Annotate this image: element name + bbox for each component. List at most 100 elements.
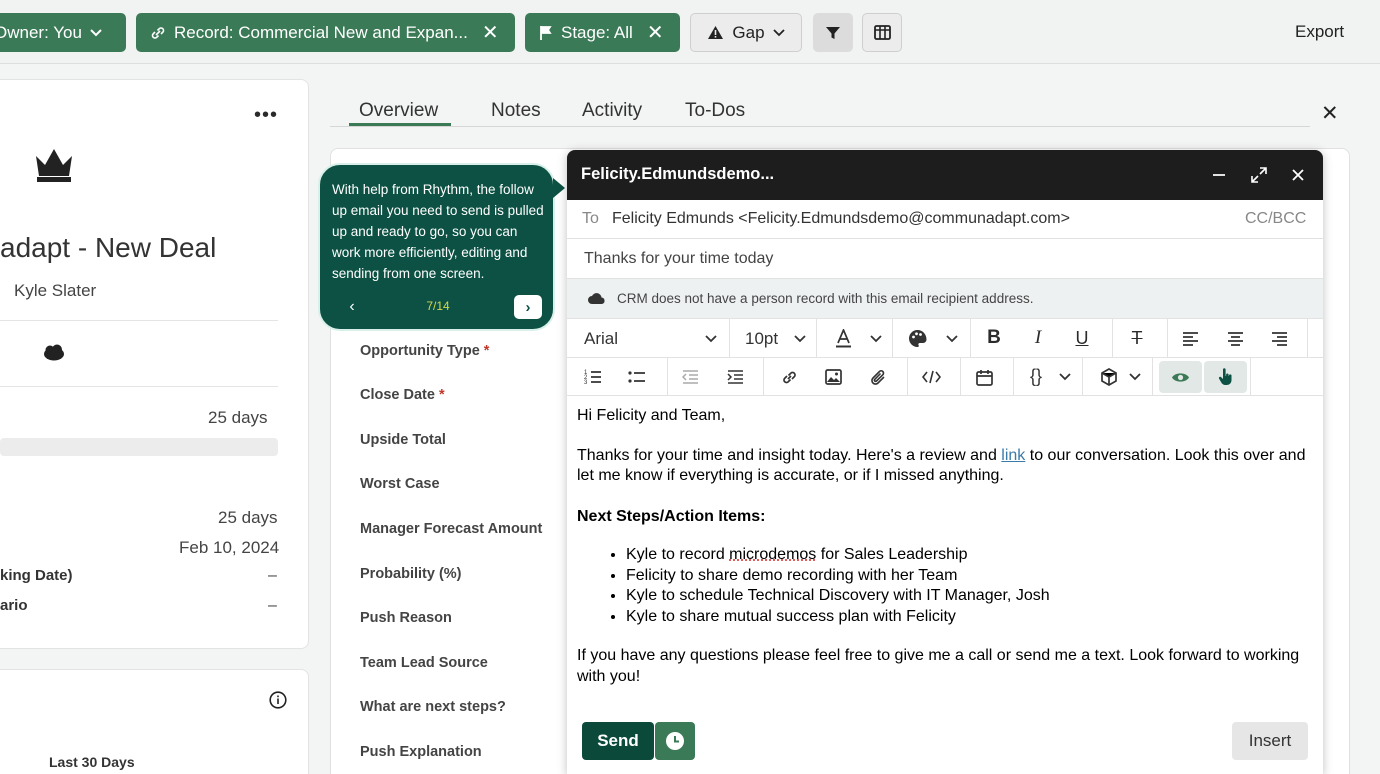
font-value: Arial [584, 329, 618, 349]
chevron-down-icon [870, 335, 882, 343]
email-body[interactable]: Hi Felicity and Team, Thanks for your ti… [577, 406, 1312, 687]
italic-icon: I [1035, 327, 1041, 349]
working-date-value: – [268, 567, 277, 585]
format-toolbar: Arial 10pt B I U T [567, 319, 1323, 358]
tab-todos[interactable]: To-Dos [685, 100, 745, 122]
columns-button[interactable] [862, 13, 902, 52]
text-color-picker[interactable] [817, 319, 893, 357]
more-options-icon[interactable]: ••• [254, 104, 278, 127]
chevron-right-icon[interactable]: › [514, 295, 542, 319]
toolbar-separator [960, 358, 961, 395]
recipient-row: To Felicity Edmunds <Felicity.Edmundsdem… [567, 200, 1323, 239]
record-filter-chip[interactable]: Record: Commercial New and Expan... ✕ [136, 13, 515, 52]
numbered-list-button[interactable]: 123 [578, 363, 608, 391]
tab-notes[interactable]: Notes [491, 100, 541, 122]
bullet-list-button[interactable] [622, 363, 652, 391]
clock-icon [665, 731, 685, 751]
toolbar-separator [907, 358, 908, 395]
close-icon[interactable]: ✕ [647, 20, 664, 45]
deal-title: adapt - New Deal [0, 232, 216, 264]
export-button[interactable]: Export [1295, 22, 1344, 42]
list-item: Kyle to share mutual success plan with F… [626, 607, 1312, 628]
chevron-left-icon[interactable]: ‹ [340, 295, 364, 319]
snippet-picker[interactable] [1083, 358, 1153, 395]
font-size-select[interactable]: 10pt [730, 319, 817, 357]
tooltip-pointer [553, 178, 565, 198]
align-right-button[interactable] [1264, 324, 1294, 352]
chevron-down-icon [705, 335, 717, 343]
field-label: Close Date * [360, 387, 445, 403]
close-icon[interactable] [1286, 163, 1310, 187]
body-paragraph: Thanks for your time and insight today. … [577, 446, 1312, 487]
template-variable-picker[interactable]: {} [1013, 358, 1083, 395]
calendar-button[interactable] [969, 363, 999, 391]
palette-icon [908, 329, 927, 348]
outdent-button[interactable] [675, 363, 705, 391]
send-button[interactable]: Send [582, 722, 654, 760]
toolbar-separator [1112, 319, 1113, 357]
toolbar-separator [1250, 358, 1251, 395]
activity-card [0, 669, 309, 774]
to-field[interactable]: Felicity Edmunds <Felicity.Edmundsdemo@c… [612, 210, 1070, 228]
tab-overview[interactable]: Overview [359, 100, 438, 122]
cube-icon [1100, 368, 1118, 386]
columns-icon [874, 25, 891, 40]
field-label: What are next steps? [360, 699, 506, 715]
expand-icon[interactable] [1247, 163, 1271, 187]
crm-warning: CRM does not have a person record with t… [567, 279, 1323, 319]
font-select[interactable]: Arial [567, 319, 730, 357]
strikethrough-button[interactable]: T [1122, 324, 1152, 352]
pointer-hand-icon [1218, 368, 1234, 386]
italic-button[interactable]: I [1023, 324, 1053, 352]
chevron-down-icon [773, 29, 785, 37]
info-icon[interactable] [269, 691, 287, 709]
code-button[interactable] [916, 363, 946, 391]
align-center-icon [1227, 331, 1244, 346]
field-label: Probability (%) [360, 566, 462, 582]
close-icon[interactable]: ✕ [482, 20, 499, 45]
closing-paragraph: If you have any questions please feel fr… [577, 646, 1312, 687]
field-label: Worst Case [360, 476, 440, 492]
image-button[interactable] [818, 363, 848, 391]
underline-button[interactable]: U [1067, 324, 1097, 352]
align-left-button[interactable] [1175, 324, 1205, 352]
close-icon[interactable]: ✕ [1321, 101, 1339, 126]
gap-filter-button[interactable]: Gap [690, 13, 802, 52]
chevron-down-icon [794, 335, 806, 343]
schedule-send-button[interactable] [655, 722, 695, 760]
highlight-picker[interactable] [893, 319, 971, 357]
deal-owner: Kyle Slater [14, 281, 96, 301]
image-icon [825, 369, 842, 385]
track-opens-toggle[interactable] [1159, 361, 1202, 393]
align-center-button[interactable] [1220, 324, 1250, 352]
indent-button[interactable] [720, 363, 750, 391]
insert-toolbar: 123 {} [567, 358, 1323, 396]
stage-filter-label: Stage: All [561, 23, 633, 43]
field-label: Team Lead Source [360, 655, 488, 671]
bold-button[interactable]: B [979, 324, 1009, 352]
tab-activity[interactable]: Activity [582, 100, 642, 122]
link-button[interactable] [774, 363, 804, 391]
walkthrough-tooltip: With help from Rhythm, the follow up ema… [318, 163, 555, 331]
toolbar-separator [667, 358, 668, 395]
insert-button[interactable]: Insert [1232, 722, 1308, 760]
stage-filter-chip[interactable]: Stage: All ✕ [525, 13, 680, 52]
subject-row: Thanks for your time today [567, 239, 1323, 279]
tooltip-step: 7/14 [420, 299, 456, 313]
minimize-icon[interactable] [1207, 163, 1231, 187]
subject-field[interactable]: Thanks for your time today [584, 250, 773, 268]
braces-icon: {} [1030, 366, 1042, 387]
days-value: 25 days [208, 408, 268, 428]
tooltip-text: With help from Rhythm, the follow up ema… [332, 179, 547, 284]
filter-button[interactable] [813, 13, 853, 52]
link-icon [781, 369, 798, 386]
filter-bar: Owner: You Record: Commercial New and Ex… [0, 0, 1380, 64]
align-right-icon [1271, 331, 1288, 346]
conversation-link[interactable]: link [1001, 447, 1025, 464]
email-composer: Felicity.Edmundsdemo... To Felicity Edmu… [567, 150, 1323, 774]
attachment-button[interactable] [863, 363, 893, 391]
cc-bcc-button[interactable]: CC/BCC [1245, 210, 1306, 228]
period-label: Last 30 Days [49, 754, 135, 770]
track-clicks-toggle[interactable] [1204, 361, 1247, 393]
owner-filter-chip[interactable]: Owner: You [0, 13, 126, 52]
